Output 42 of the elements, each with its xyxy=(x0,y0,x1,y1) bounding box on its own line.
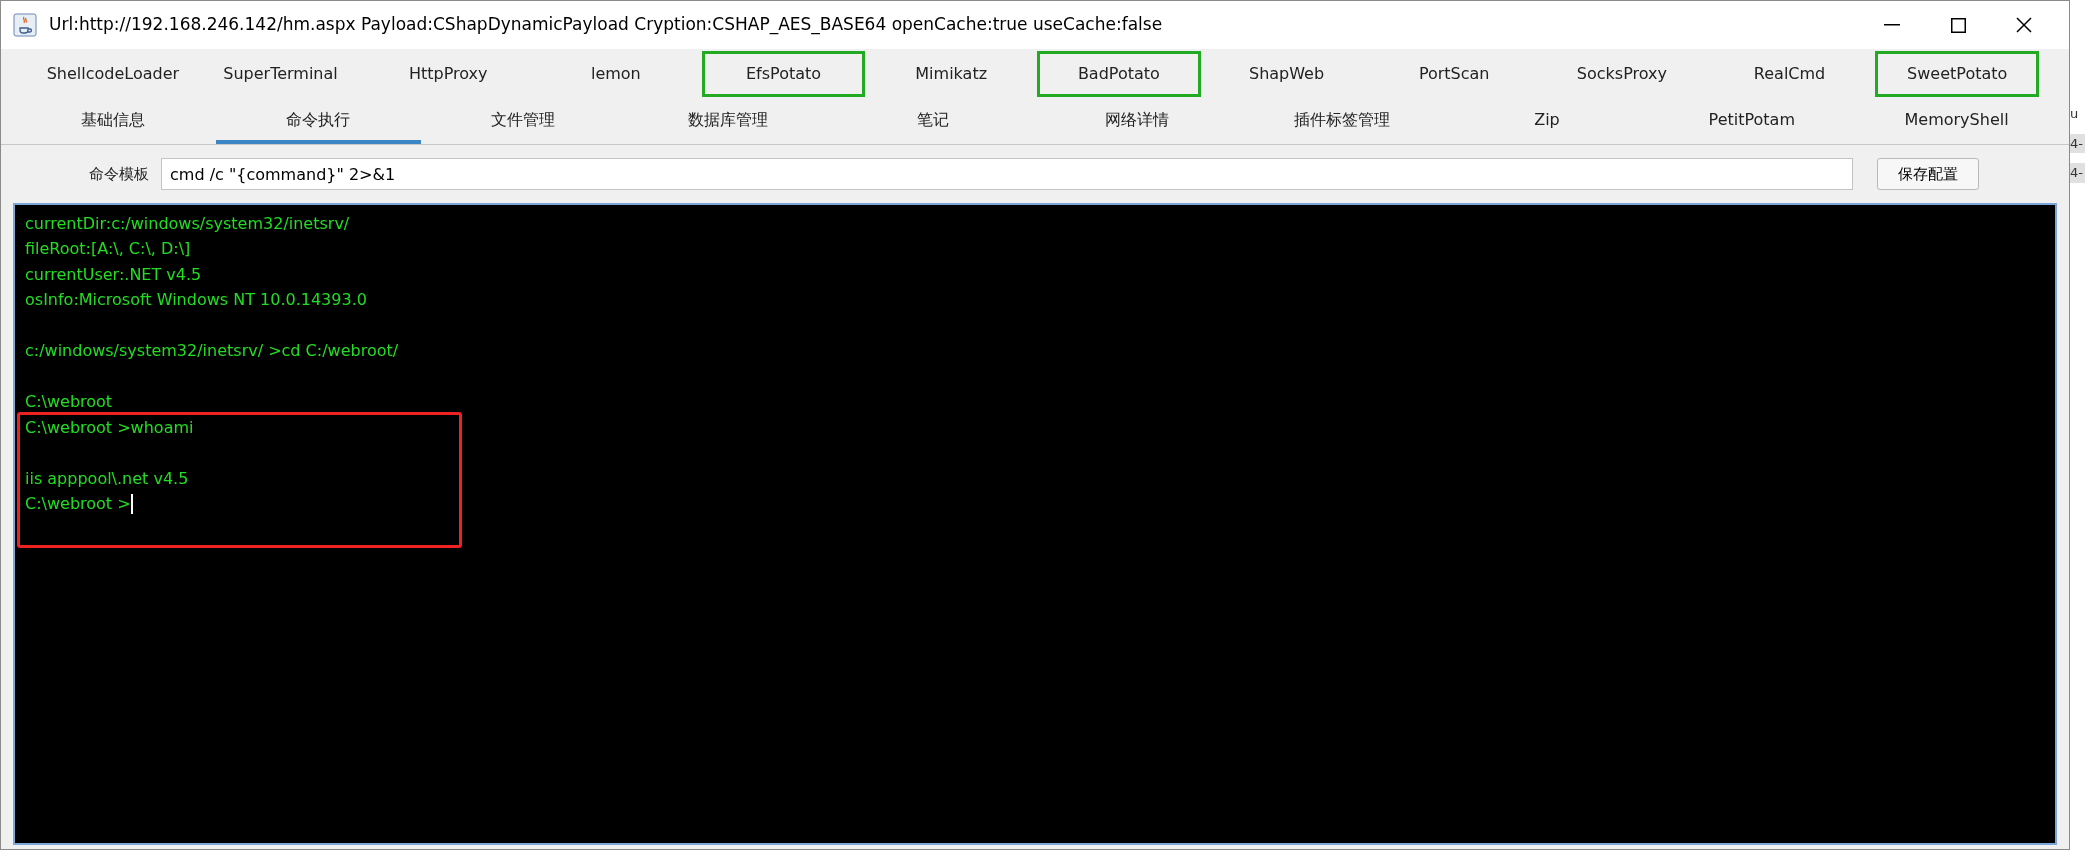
terminal-line: currentDir:c:/windows/system32/inetsrv/ xyxy=(25,212,350,235)
plugin-tab[interactable]: SuperTerminal xyxy=(198,51,363,97)
main-tab[interactable]: 命令执行 xyxy=(215,99,421,144)
plugin-tab[interactable]: ShellcodeLoader xyxy=(31,51,195,97)
terminal-line: currentUser:.NET v4.5 xyxy=(25,263,202,286)
main-tab[interactable]: Zip xyxy=(1444,99,1650,144)
terminal-line: C:\webroot > xyxy=(25,493,131,516)
template-label: 命令模板 xyxy=(89,163,149,185)
background-window-text: u xyxy=(2070,105,2080,123)
plugin-tab[interactable]: Mimikatz xyxy=(869,51,1034,97)
main-tab[interactable]: 数据库管理 xyxy=(625,99,831,144)
main-tab[interactable]: 基础信息 xyxy=(11,99,216,144)
main-tab[interactable]: 文件管理 xyxy=(420,99,626,144)
java-cup-icon xyxy=(13,13,37,37)
terminal-line: c:/windows/system32/inetsrv/ >cd C:/webroot/ xyxy=(25,340,399,363)
close-icon xyxy=(2016,17,2032,33)
main-tab[interactable]: 网络详情 xyxy=(1035,99,1240,144)
template-field[interactable]: cmd /c "{command}" 2>&1 xyxy=(161,158,1853,190)
main-tab[interactable]: 笔记 xyxy=(830,99,1035,144)
main-tab[interactable]: MemoryShell xyxy=(1854,99,2059,144)
plugin-tab[interactable]: lemon xyxy=(534,51,698,97)
plugin-tab[interactable]: HttpProxy xyxy=(366,51,530,97)
terminal-line: fileRoot:[A:\, C:\, D:\] xyxy=(25,238,191,261)
terminal-line: C:\webroot xyxy=(25,391,113,414)
save-config-button[interactable]: 保存配置 xyxy=(1877,158,1979,190)
plugin-tab[interactable]: BadPotato xyxy=(1037,51,1201,97)
plugin-tab[interactable]: SocksProxy xyxy=(1540,51,1704,97)
minimize-icon xyxy=(1884,24,1900,26)
terminal-line: C:\webroot >whoami xyxy=(25,416,194,439)
maximize-icon xyxy=(1950,17,1966,33)
plugin-tab[interactable]: SweetPotato xyxy=(1875,51,2040,97)
terminal-line: osInfo:Microsoft Windows NT 10.0.14393.0 xyxy=(25,289,367,312)
main-tab[interactable]: 插件标签管理 xyxy=(1239,99,1445,144)
background-window-text: 4- xyxy=(2070,133,2085,153)
main-tab[interactable]: PetitPotam xyxy=(1649,99,1855,144)
plugin-tab[interactable]: PortScan xyxy=(1372,51,1537,97)
window-title: Url:http://192.168.246.142/hm.aspx Payload:CShapDynamicPayload Cryption:CSHAP_AES_BASE64 openCache:true useCache:false xyxy=(49,13,1164,37)
plugin-tab[interactable]: RealCmd xyxy=(1707,51,1872,97)
background-window-text: 4- xyxy=(2070,163,2085,183)
terminal-line: iis apppool\.net v4.5 xyxy=(25,467,189,490)
plugin-tab[interactable]: ShapWeb xyxy=(1204,51,1369,97)
plugin-tab[interactable]: EfsPotato xyxy=(701,51,866,97)
